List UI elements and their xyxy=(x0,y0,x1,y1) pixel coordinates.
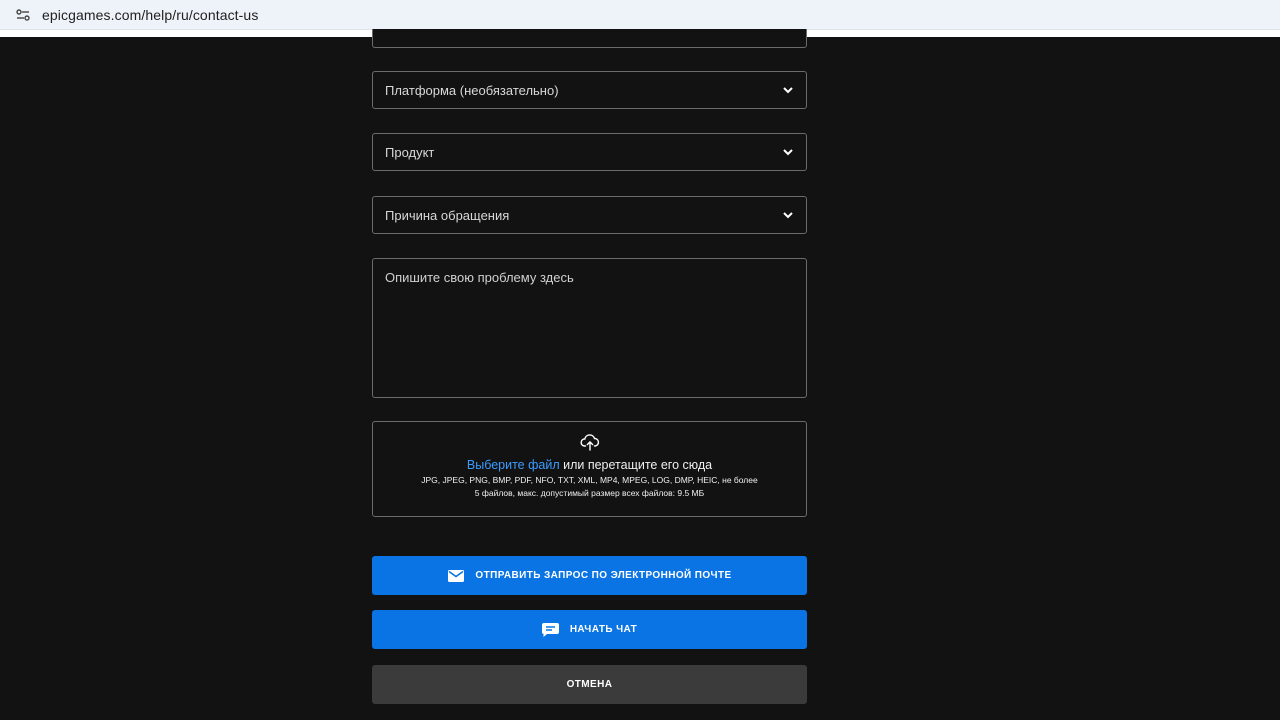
browser-address-bar: epicgames.com/help/ru/contact-us xyxy=(0,0,1280,30)
product-select[interactable]: Продукт xyxy=(372,133,807,171)
send-email-button[interactable]: ОТПРАВИТЬ ЗАПРОС ПО ЭЛЕКТРОННОЙ ПОЧТЕ xyxy=(372,556,807,595)
send-email-label: ОТПРАВИТЬ ЗАПРОС ПО ЭЛЕКТРОННОЙ ПОЧТЕ xyxy=(475,570,732,581)
start-chat-button[interactable]: НАЧАТЬ ЧАТ xyxy=(372,610,807,649)
chevron-down-icon xyxy=(782,84,794,96)
cancel-label: ОТМЕНА xyxy=(566,679,613,690)
contact-form: Платформа (необязательно) Продукт Причин… xyxy=(0,29,1280,720)
drag-here-text: или перетащите его сюда xyxy=(559,458,713,472)
choose-file-link[interactable]: Выберите файл xyxy=(467,458,560,472)
product-select-label: Продукт xyxy=(385,144,435,160)
mail-icon xyxy=(447,569,464,583)
reason-select-label: Причина обращения xyxy=(385,207,510,223)
upload-instruction: Выберите файл или перетащите его сюда xyxy=(467,458,712,472)
description-textarea[interactable] xyxy=(372,258,807,398)
reason-select[interactable]: Причина обращения xyxy=(372,196,807,234)
cancel-button[interactable]: ОТМЕНА xyxy=(372,665,807,704)
url-text[interactable]: epicgames.com/help/ru/contact-us xyxy=(42,7,258,23)
platform-select-label: Платформа (необязательно) xyxy=(385,82,559,98)
cloud-upload-icon xyxy=(579,432,600,452)
platform-select[interactable]: Платформа (необязательно) xyxy=(372,71,807,109)
chevron-down-icon xyxy=(782,146,794,158)
file-limits-text: 5 файлов, макс. допустимый размер всех ф… xyxy=(474,488,705,498)
allowed-formats-text: JPG, JPEG, PNG, BMP, PDF, NFO, TXT, XML,… xyxy=(421,475,758,485)
chat-icon xyxy=(541,622,559,637)
previous-field[interactable] xyxy=(372,29,807,48)
start-chat-label: НАЧАТЬ ЧАТ xyxy=(569,624,638,635)
chevron-down-icon xyxy=(782,209,794,221)
file-upload-dropzone[interactable]: Выберите файл или перетащите его сюда JP… xyxy=(372,421,807,517)
tune-icon[interactable] xyxy=(14,6,32,24)
